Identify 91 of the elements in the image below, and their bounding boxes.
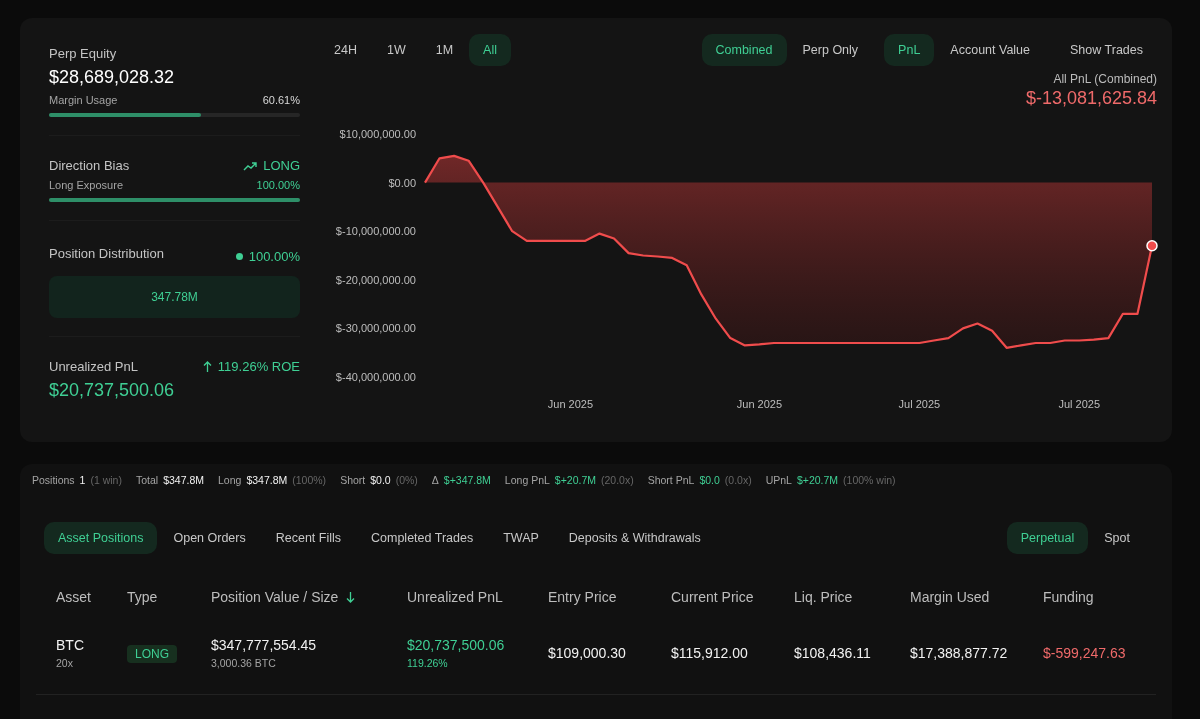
market-tab[interactable]: Perpetual [1006, 522, 1089, 554]
market-tab[interactable]: Spot [1090, 522, 1144, 554]
stat-value: 100.00% [256, 179, 300, 191]
stat-label: Δ [431, 474, 439, 486]
column-header[interactable]: Margin Used [910, 589, 990, 605]
status-dot-icon [235, 253, 243, 260]
range-tab[interactable]: All [469, 34, 511, 66]
axis-label: $-10,000,000.00 [335, 225, 416, 238]
range-tab[interactable]: 1M [421, 34, 468, 66]
positions-tab[interactable]: Recent Fills [261, 522, 356, 554]
stat-value: $347.8M [163, 474, 205, 486]
pnl-total: $-13,081,625.84 [1025, 88, 1157, 109]
axis-label: $-20,000,000.00 [335, 273, 416, 286]
equity-value: $28,689,028.32 [49, 67, 176, 88]
table-cell-text: $-599,247.63 [1043, 645, 1127, 661]
stat-value: 60.61% [262, 94, 300, 106]
axis-label: Jul 2025 [1058, 398, 1101, 410]
stat-label: UPnL [765, 474, 792, 486]
metric-tab[interactable]: PnL [884, 34, 935, 66]
axis-label: Jun 2025 [547, 398, 594, 410]
stat-label: Direction Bias [49, 158, 130, 173]
position-size: 3,000.36 BTC [211, 657, 276, 669]
stat-label: Short [340, 474, 366, 486]
stat-value: $+20.7M [554, 474, 596, 486]
mode-tab[interactable]: Perp Only [788, 34, 873, 66]
range-tab[interactable]: 24H [320, 34, 371, 66]
asset-name: BTC [56, 637, 84, 653]
unrealized-pnl: $20,737,500.06 [407, 637, 505, 653]
distribution-bar: 347.78M [49, 276, 300, 318]
axis-label: Jul 2025 [898, 398, 941, 410]
positions-tab[interactable]: Completed Trades [357, 522, 488, 554]
stat-value: $0.0 [699, 474, 720, 486]
column-header[interactable]: Entry Price [548, 589, 617, 605]
stat-label: Long Exposure [49, 179, 123, 191]
stat-value: 1 [79, 474, 86, 486]
positions-tab[interactable]: Open Orders [159, 522, 260, 554]
stat-label: Short PnL [647, 474, 695, 486]
arrow-up-icon [202, 361, 212, 372]
stat-note: (100% win) [843, 474, 896, 486]
axis-label: Jun 2025 [736, 398, 783, 410]
stat-label: Long [218, 474, 242, 486]
position-value: $347,777,554.45 [211, 637, 317, 653]
table-cell-text: $115,912.00 [671, 645, 749, 661]
stat-label: Unrealized PnL [49, 359, 138, 374]
bias-value: LONG [263, 158, 300, 173]
stat-note: (100%) [292, 474, 327, 486]
table-cell-text: $108,436.11 [794, 645, 872, 661]
stat-label: Perp Equity [49, 46, 118, 61]
stat-value: $+347.8M [443, 474, 491, 486]
column-header[interactable]: Type [127, 589, 158, 605]
stat-label: Long PnL [504, 474, 550, 486]
metric-tab[interactable]: Account Value [936, 34, 1045, 66]
pnl-value: $20,737,500.06 [49, 380, 176, 401]
pnl-percent: 119.26% [407, 657, 448, 669]
stat-label: Margin Usage [49, 94, 118, 106]
stat-note: (1 win) [90, 474, 122, 486]
roe-value: 119.26% ROE [217, 359, 300, 374]
range-tab[interactable]: 1W [372, 34, 420, 66]
positions-tab[interactable]: Deposits & Withdrawals [554, 522, 715, 554]
type-tag: LONG [127, 645, 177, 663]
column-header[interactable]: Current Price [671, 589, 754, 605]
column-header[interactable]: Liq. Price [794, 589, 853, 605]
stat-label: Position Distribution [49, 246, 164, 261]
trend-up-icon [243, 160, 258, 171]
stat-note: (0%) [395, 474, 418, 486]
axis-label: $-40,000,000.00 [335, 371, 416, 383]
stat-label: Positions [32, 474, 75, 486]
table-cell-text: $109,000.30 [548, 645, 627, 661]
axis-label: $10,000,000.00 [339, 128, 416, 140]
sort-arrow-icon[interactable] [346, 591, 356, 603]
hover-dot [1146, 240, 1158, 252]
column-header[interactable]: Funding [1043, 589, 1094, 605]
mode-tab[interactable]: Combined [701, 34, 787, 66]
pnl-title: All PnL (Combined) [1053, 72, 1157, 86]
stat-note: (20.0x) [601, 474, 634, 486]
stat-value: 100.00% [248, 249, 300, 264]
positions-tab[interactable]: Asset Positions [44, 522, 158, 554]
show-trades-button[interactable]: Show Trades [1056, 34, 1157, 66]
positions-tab[interactable]: TWAP [489, 522, 553, 554]
leverage: 20x [56, 657, 73, 669]
axis-label: $-30,000,000.00 [335, 322, 416, 335]
column-header[interactable]: Unrealized PnL [407, 589, 503, 605]
stat-note: (0.0x) [724, 474, 752, 486]
column-header[interactable]: Position Value / Size [211, 589, 339, 605]
stat-value: $+20.7M [796, 474, 839, 486]
stat-value: $347.8M [246, 474, 288, 486]
table-cell-text: $17,388,877.72 [910, 645, 1009, 661]
stat-value: $0.0 [370, 474, 391, 486]
axis-label: $0.00 [388, 176, 416, 189]
stat-label: Total [135, 474, 159, 486]
column-header[interactable]: Asset [56, 589, 91, 605]
